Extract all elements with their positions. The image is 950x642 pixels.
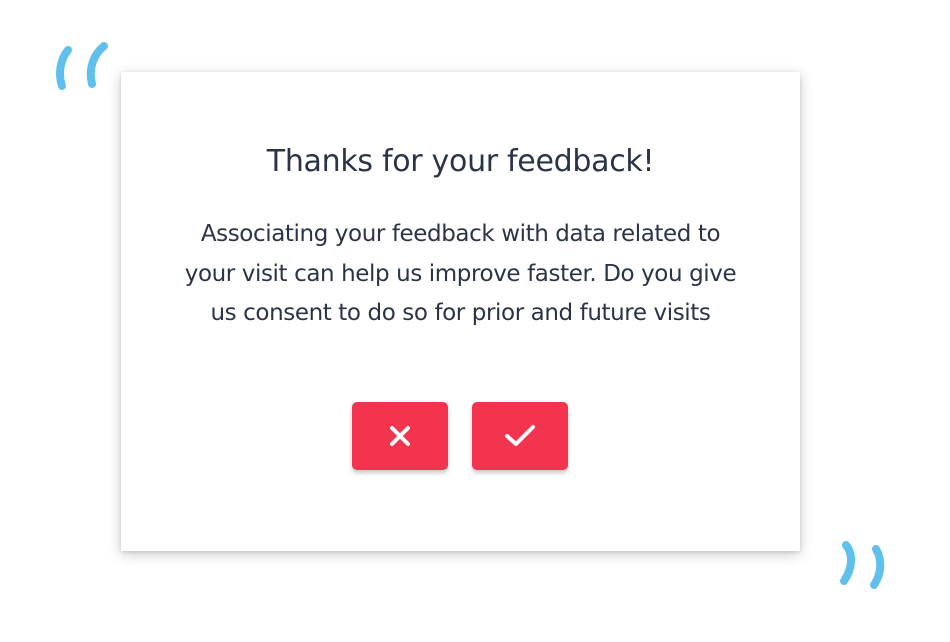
feedback-consent-dialog: Thanks for your feedback! Associating yo… (121, 72, 800, 551)
open-quote-icon (52, 40, 114, 94)
accept-button[interactable] (472, 402, 568, 470)
dialog-title: Thanks for your feedback! (266, 144, 655, 179)
decline-button[interactable] (352, 402, 448, 470)
checkmark-icon (503, 423, 537, 449)
consent-message: Associating your feedback with data rela… (184, 221, 737, 326)
close-quote-icon (836, 537, 892, 593)
close-icon (387, 423, 413, 449)
